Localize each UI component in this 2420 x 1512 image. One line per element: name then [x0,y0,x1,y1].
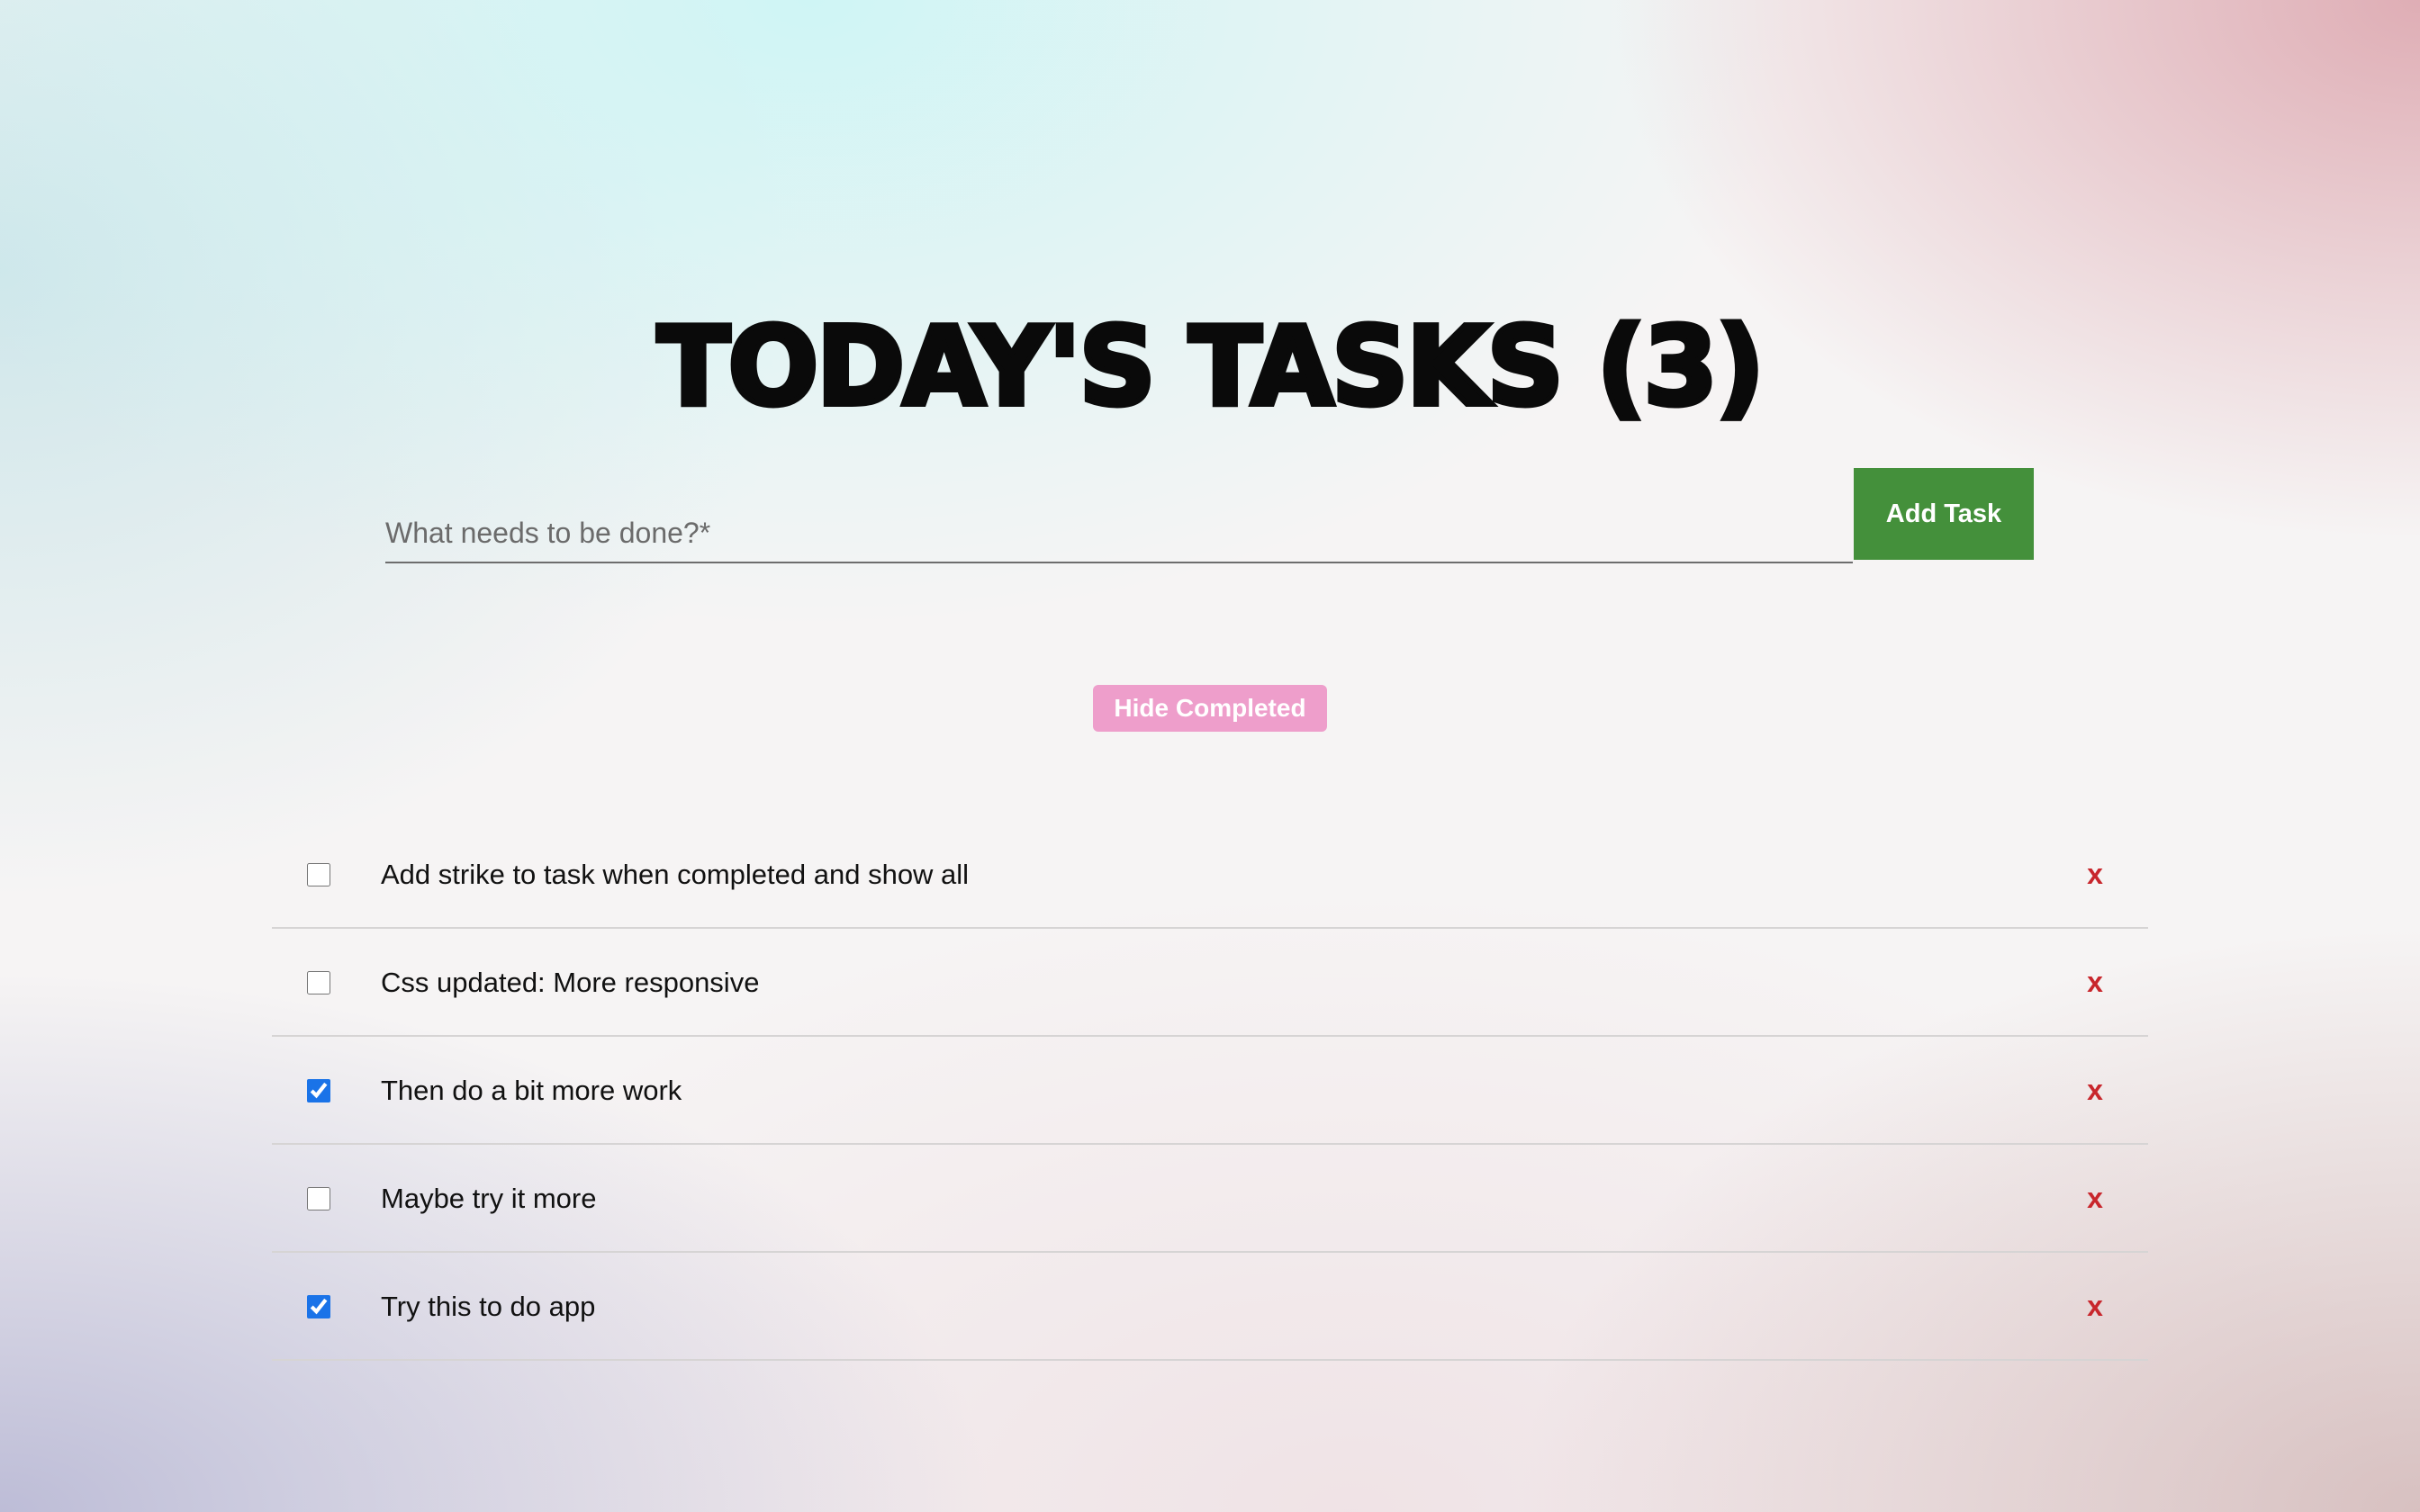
delete-task-button[interactable]: x [2078,959,2112,1004]
task-list: Add strike to task when completed and sh… [272,821,2148,1361]
delete-task-button[interactable]: x [2078,851,2112,896]
delete-task-button[interactable]: x [2078,1067,2112,1112]
task-row: Then do a bit more work x [272,1037,2148,1145]
task-text: Maybe try it more [381,1183,597,1214]
task-checkbox[interactable] [307,1187,330,1210]
delete-task-button[interactable]: x [2078,1283,2112,1328]
task-row: Try this to do app x [272,1253,2148,1361]
task-text: Then do a bit more work [381,1075,682,1106]
task-checkbox[interactable] [307,971,330,994]
task-checkbox[interactable] [307,863,330,886]
delete-task-button[interactable]: x [2078,1175,2112,1220]
task-checkbox[interactable] [307,1079,330,1102]
task-text: Add strike to task when completed and sh… [381,859,970,890]
task-input[interactable] [385,468,1853,563]
add-task-button[interactable]: Add Task [1854,468,2034,560]
task-row: Add strike to task when completed and sh… [272,821,2148,929]
page-title: Today's Tasks (3) [655,301,1767,433]
task-text: Try this to do app [381,1291,596,1322]
task-row: Css updated: More responsive x [272,929,2148,1037]
task-checkbox[interactable] [307,1295,330,1318]
task-text: Css updated: More responsive [381,967,760,998]
add-task-form: Add Task [385,468,2035,567]
hide-completed-button[interactable]: Hide Completed [1093,685,1327,732]
task-row: Maybe try it more x [272,1145,2148,1253]
